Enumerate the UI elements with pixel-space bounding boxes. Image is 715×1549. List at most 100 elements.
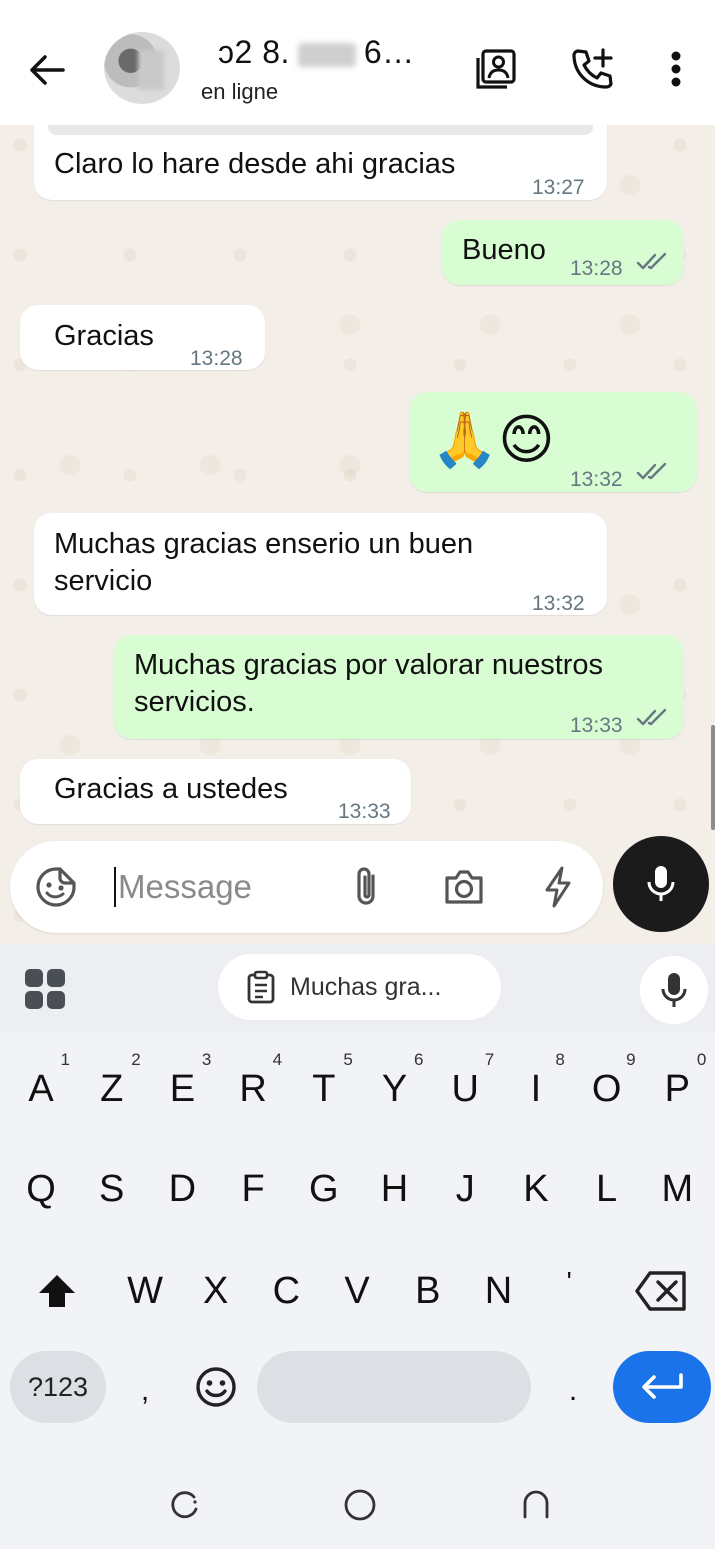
clipboard-suggestion[interactable]: Muchas gra...	[218, 954, 501, 1020]
message-time: 13:33	[338, 800, 391, 823]
key-t[interactable]: T5	[291, 1044, 357, 1134]
back-nav-icon[interactable]	[511, 1480, 561, 1530]
key-x[interactable]: X	[183, 1246, 249, 1336]
message-text: Gracias a ustedes	[54, 773, 288, 805]
voice-record-button[interactable]	[613, 836, 709, 932]
voice-typing-button[interactable]	[640, 956, 708, 1024]
scroll-indicator[interactable]	[711, 725, 715, 830]
shift-key[interactable]	[24, 1246, 90, 1336]
key-number-hint: 5	[343, 1050, 353, 1069]
message-time: 13:32	[570, 468, 623, 491]
message-time: 13:28	[190, 347, 243, 370]
key-k[interactable]: K	[503, 1144, 569, 1234]
double-check-icon	[636, 462, 667, 480]
message-bubble-outgoing[interactable]: Muchas gracias por valorar nuestros serv…	[114, 635, 684, 739]
clipboard-icon	[247, 970, 275, 1004]
contact-card-icon[interactable]	[472, 44, 520, 94]
key-r[interactable]: R4	[220, 1044, 286, 1134]
key-number-hint: 2	[131, 1050, 141, 1069]
back-arrow-icon[interactable]	[22, 45, 72, 95]
key-apostrophe[interactable]: '	[536, 1246, 602, 1336]
period-key[interactable]: .	[540, 1346, 606, 1436]
double-check-icon	[636, 252, 667, 270]
key-label: I	[530, 1067, 542, 1110]
message-time: 13:27	[532, 176, 585, 199]
message-bubble-outgoing[interactable]: 🙏😊 13:32	[409, 392, 697, 492]
message-bubble-incoming[interactable]: Gracias 13:28	[20, 305, 265, 370]
recent-apps-icon[interactable]	[159, 1480, 209, 1530]
contact-name-part1: ɔ2 8.	[218, 34, 290, 70]
key-number-hint: 8	[555, 1050, 565, 1069]
enter-key[interactable]	[613, 1351, 711, 1423]
contact-name[interactable]: ɔ2 8. 6…	[218, 34, 415, 71]
key-y[interactable]: Y6	[362, 1044, 428, 1134]
key-u[interactable]: U7	[432, 1044, 498, 1134]
key-number-hint: 4	[272, 1050, 283, 1069]
lightning-icon[interactable]	[534, 863, 582, 911]
keyboard: Muchas gra... A1Z2E3R4T5Y6U7I8O9P0 QSDFG…	[0, 944, 715, 1549]
microphone-icon	[661, 973, 687, 1007]
key-s[interactable]: S	[79, 1144, 145, 1234]
key-w[interactable]: W	[112, 1246, 178, 1336]
apps-grid-icon[interactable]	[22, 966, 68, 1012]
add-call-icon[interactable]	[568, 44, 616, 94]
emoji-icon	[196, 1367, 236, 1407]
more-options-icon[interactable]	[652, 44, 700, 94]
message-text-line: Muchas gracias por valorar nuestros	[134, 649, 604, 681]
chat-header: ɔ2 8. 6… en ligne	[0, 0, 715, 125]
key-j[interactable]: J	[432, 1144, 498, 1234]
message-text: Bueno	[462, 234, 546, 266]
key-g[interactable]: G	[291, 1144, 357, 1234]
key-b[interactable]: B	[395, 1246, 461, 1336]
message-time: 13:28	[570, 257, 623, 280]
contact-name-part2: 6…	[363, 34, 415, 70]
message-bubble-incoming[interactable]: Muchas gracias enserio un buen servicio …	[34, 513, 607, 615]
enter-arrow-icon	[642, 1373, 683, 1399]
message-bubble-incoming[interactable]: Claro lo hare desde ahi gracias 13:27	[34, 125, 607, 200]
key-h[interactable]: H	[362, 1144, 428, 1234]
chat-messages[interactable]: Claro lo hare desde ahi gracias 13:27 Bu…	[0, 125, 715, 945]
message-text-line: servicios.	[134, 686, 255, 718]
shift-arrow-icon	[39, 1275, 75, 1307]
backspace-icon	[635, 1271, 686, 1311]
key-z[interactable]: Z2	[79, 1044, 145, 1134]
message-bubble-incoming[interactable]: Gracias a ustedes 13:33	[20, 759, 411, 824]
home-icon[interactable]	[335, 1480, 385, 1530]
key-a[interactable]: A1	[8, 1044, 74, 1134]
attach-icon[interactable]	[342, 863, 390, 911]
key-m[interactable]: M	[644, 1144, 710, 1234]
message-bubble-outgoing[interactable]: Bueno 13:28	[442, 220, 684, 285]
camera-icon[interactable]	[440, 863, 488, 911]
quoted-message-fragment	[48, 125, 593, 135]
key-o[interactable]: O9	[574, 1044, 640, 1134]
key-p[interactable]: P0	[644, 1044, 710, 1134]
message-emoji: 🙏😊	[431, 408, 555, 471]
key-label: T	[312, 1067, 336, 1110]
space-key[interactable]	[257, 1351, 531, 1423]
emoji-key[interactable]	[186, 1351, 246, 1423]
backspace-key[interactable]	[626, 1246, 696, 1336]
key-e[interactable]: E3	[149, 1044, 215, 1134]
double-check-icon	[636, 708, 667, 726]
key-label: R	[239, 1067, 267, 1110]
key-number-hint: 0	[696, 1050, 707, 1069]
message-text-line: Muchas gracias enserio un buen	[54, 528, 474, 560]
numbers-symbols-key[interactable]: ?123	[10, 1351, 106, 1423]
contact-avatar[interactable]	[104, 32, 180, 104]
key-f[interactable]: F	[220, 1144, 286, 1234]
key-label: Z	[100, 1067, 124, 1110]
key-q[interactable]: Q	[8, 1144, 74, 1234]
key-label: U	[451, 1067, 479, 1110]
key-c[interactable]: C	[253, 1246, 319, 1336]
key-number-hint: 3	[201, 1050, 212, 1069]
key-v[interactable]: V	[324, 1246, 390, 1336]
message-input[interactable]	[114, 867, 334, 907]
key-i[interactable]: I8	[503, 1044, 569, 1134]
comma-key[interactable]: ,	[112, 1346, 178, 1436]
redacted-block	[297, 42, 356, 67]
key-l[interactable]: L	[574, 1144, 640, 1234]
key-d[interactable]: D	[149, 1144, 215, 1234]
key-number-hint: 1	[60, 1050, 70, 1069]
sticker-icon[interactable]	[32, 863, 80, 911]
key-n[interactable]: N	[466, 1246, 532, 1336]
